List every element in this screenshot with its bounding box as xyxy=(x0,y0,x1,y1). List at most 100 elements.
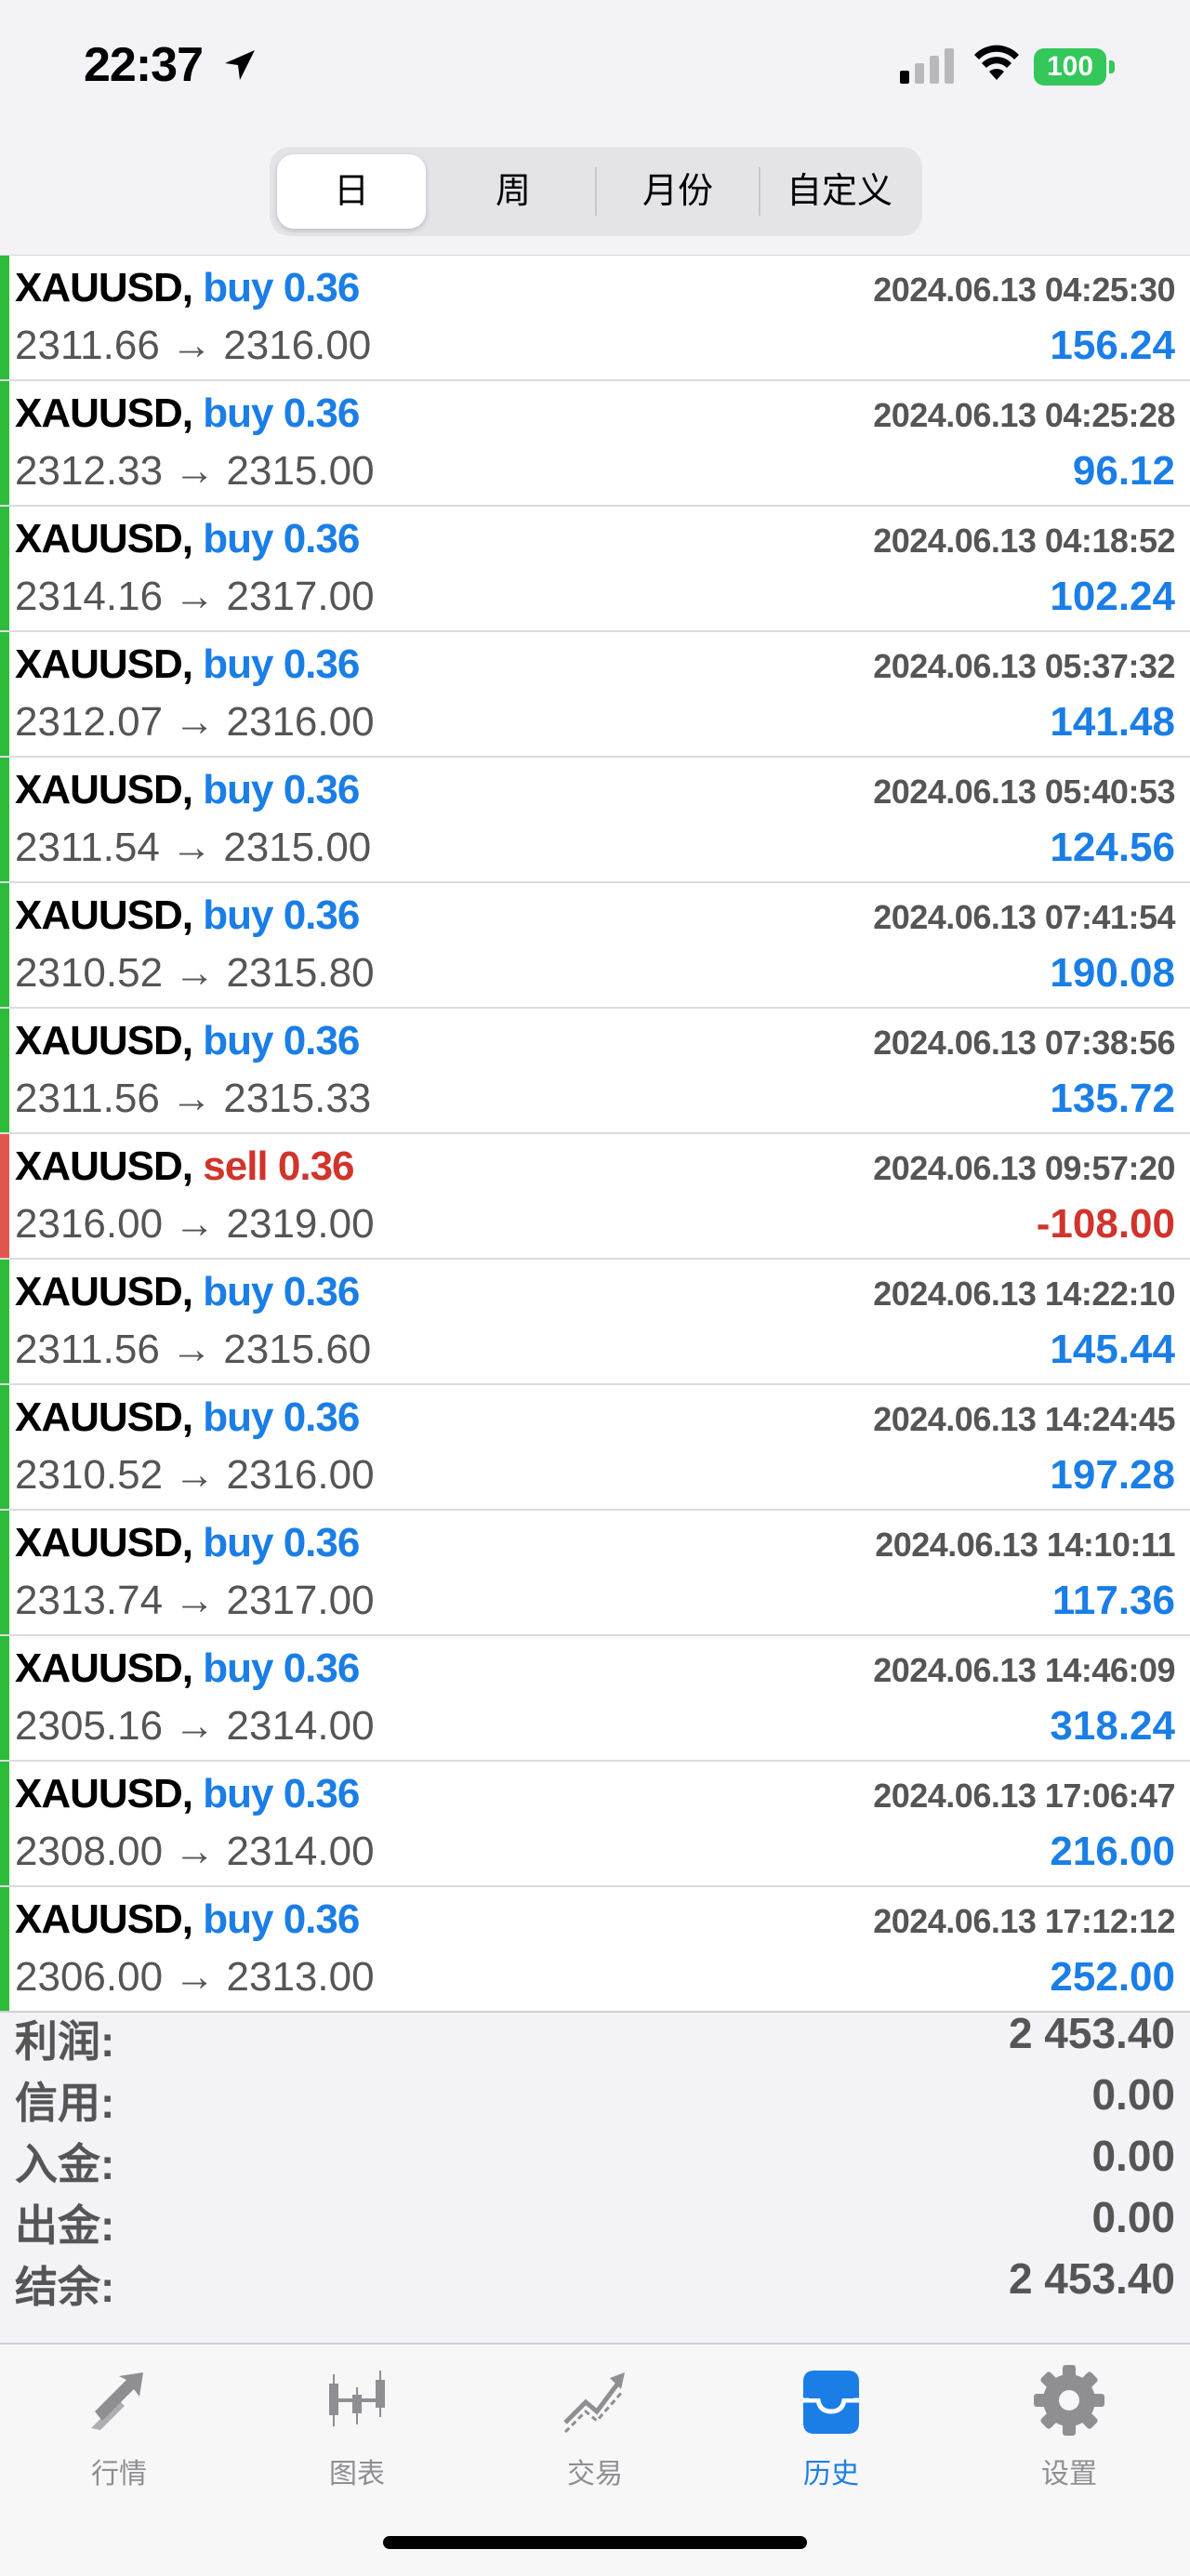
summary-label: 结余: xyxy=(15,2263,115,2311)
tabbar-quotes[interactable]: 行情 xyxy=(35,2363,203,2503)
location-arrow-icon xyxy=(225,50,255,80)
deal-row[interactable]: XAUUSD, buy 0.36 2024.06.13 04:25:28 2312.… xyxy=(0,381,1190,507)
summary-row: 出金: 0.00 xyxy=(0,2192,1190,2253)
deal-row[interactable]: XAUUSD, buy 0.36 2024.06.13 17:06:47 2308.… xyxy=(0,1762,1190,1887)
deal-row[interactable]: XAUUSD, buy 0.36 2024.06.13 14:10:11 2313.… xyxy=(0,1511,1190,1636)
deal-symbol-line: XAUUSD, buy 0.36 xyxy=(15,265,360,311)
deal-row[interactable]: XAUUSD, sell 0.36 2024.06.13 09:57:20 2316… xyxy=(0,1134,1190,1260)
deal-prices: 2310.52 → 2316.00 xyxy=(15,1452,375,1498)
deal-row[interactable]: XAUUSD, buy 0.36 2024.06.13 14:22:10 2311.… xyxy=(0,1260,1190,1385)
deal-symbol-line: XAUUSD, buy 0.36 xyxy=(15,516,360,562)
deal-prices: 2311.56 → 2315.60 xyxy=(15,1327,372,1372)
deal-side: buy 0.36 xyxy=(203,516,360,561)
deal-prices: 2306.00 → 2313.00 xyxy=(15,1954,375,2000)
tabbar-history[interactable]: 历史 xyxy=(747,2363,915,2503)
period-segmented-control: 日 周 月份 自定义 xyxy=(270,147,922,236)
battery-level: 100 xyxy=(1034,48,1106,86)
deal-row[interactable]: XAUUSD, buy 0.36 2024.06.13 05:37:32 2312.… xyxy=(0,632,1190,758)
deal-time: 2024.06.13 04:18:52 xyxy=(873,522,1175,560)
tabbar-settings[interactable]: 设置 xyxy=(985,2363,1153,2503)
deal-profit: 145.44 xyxy=(1050,1327,1175,1372)
tab-month[interactable]: 月份 xyxy=(597,154,759,229)
summary-value: 0.00 xyxy=(1091,2193,1175,2241)
summary-label: 出金: xyxy=(15,2201,115,2250)
tab-week[interactable]: 周 xyxy=(431,154,595,229)
history-inbox-icon xyxy=(803,2371,859,2434)
deal-symbol: XAUUSD, xyxy=(15,892,193,938)
tabbar-label: 历史 xyxy=(803,2459,859,2490)
deal-side: buy 0.36 xyxy=(203,265,360,310)
summary-value: 2 453.40 xyxy=(1008,2254,1175,2303)
tabbar-trade[interactable]: 交易 xyxy=(511,2363,679,2503)
tab-day[interactable]: 日 xyxy=(277,154,426,229)
deal-profit: -108.00 xyxy=(1036,1201,1175,1247)
deal-side: buy 0.36 xyxy=(203,1520,360,1565)
deal-side: buy 0.36 xyxy=(203,1394,360,1440)
deal-profit: 135.72 xyxy=(1050,1076,1175,1121)
deal-symbol: XAUUSD, xyxy=(15,265,193,310)
deal-profit: 318.24 xyxy=(1050,1703,1175,1749)
quotes-arrows-icon xyxy=(91,2372,143,2430)
deal-side: buy 0.36 xyxy=(203,892,360,938)
deal-row[interactable]: XAUUSD, buy 0.36 2024.06.13 07:38:56 2311.… xyxy=(0,1009,1190,1134)
deal-side-bar xyxy=(0,1385,9,1509)
deal-symbol-line: XAUUSD, buy 0.36 xyxy=(15,1896,360,1943)
deal-row[interactable]: XAUUSD, buy 0.36 2024.06.13 04:25:30 2311.… xyxy=(0,256,1190,381)
summary-row: 入金: 0.00 xyxy=(0,2131,1190,2192)
deal-profit: 102.24 xyxy=(1050,574,1175,619)
deal-side: sell 0.36 xyxy=(203,1143,354,1189)
deal-row[interactable]: XAUUSD, buy 0.36 2024.06.13 14:24:45 2310.… xyxy=(0,1385,1190,1511)
deal-prices: 2313.74 → 2317.00 xyxy=(15,1578,375,1623)
deal-side: buy 0.36 xyxy=(203,1269,360,1314)
summary-label: 入金: xyxy=(15,2140,115,2188)
deal-prices: 2312.07 → 2316.00 xyxy=(15,699,375,745)
tab-custom[interactable]: 自定义 xyxy=(760,154,919,229)
deal-symbol: XAUUSD, xyxy=(15,1143,193,1189)
deal-symbol: XAUUSD, xyxy=(15,516,193,561)
tabbar-label: 图表 xyxy=(329,2459,385,2490)
deal-profit: 216.00 xyxy=(1050,1829,1175,1874)
tabbar-charts[interactable]: 图表 xyxy=(273,2363,441,2503)
deal-row[interactable]: XAUUSD, buy 0.36 2024.06.13 07:41:54 2310.… xyxy=(0,883,1190,1009)
deal-time: 2024.06.13 17:06:47 xyxy=(873,1777,1175,1815)
deal-symbol: XAUUSD, xyxy=(15,767,193,812)
deal-symbol-line: XAUUSD, buy 0.36 xyxy=(15,641,360,688)
deal-time: 2024.06.13 07:41:54 xyxy=(873,898,1175,936)
tabbar-label: 设置 xyxy=(1041,2459,1097,2490)
deal-symbol: XAUUSD, xyxy=(15,1771,193,1816)
deal-prices: 2314.16 → 2317.00 xyxy=(15,574,375,619)
deal-symbol: XAUUSD, xyxy=(15,641,193,687)
deal-row[interactable]: XAUUSD, buy 0.36 2024.06.13 05:40:53 2311.… xyxy=(0,758,1190,883)
deal-side-bar xyxy=(0,1134,9,1258)
tabbar-label: 行情 xyxy=(91,2459,147,2490)
deal-row[interactable]: XAUUSD, buy 0.36 2024.06.13 14:46:09 2305.… xyxy=(0,1636,1190,1762)
candlestick-chart-icon xyxy=(329,2371,385,2426)
deal-profit: 156.24 xyxy=(1050,323,1175,368)
cell-signal-icon xyxy=(900,48,954,84)
deal-side: buy 0.36 xyxy=(203,1645,360,1691)
summary-row: 结余: 2 453.40 xyxy=(0,2253,1190,2315)
status-time: 22:37 xyxy=(84,38,204,92)
deal-symbol-line: XAUUSD, buy 0.36 xyxy=(15,1520,360,1566)
deal-side-bar xyxy=(0,758,9,881)
deal-symbol-line: XAUUSD, buy 0.36 xyxy=(15,1018,360,1064)
summary-row: 利润: 2 453.40 xyxy=(0,2008,1190,2069)
deal-side-bar xyxy=(0,632,9,756)
deal-time: 2024.06.13 09:57:20 xyxy=(873,1149,1175,1187)
summary-value: 0.00 xyxy=(1091,2070,1175,2119)
deal-symbol: XAUUSD, xyxy=(15,390,193,436)
battery-indicator: 100 xyxy=(1034,48,1116,86)
deal-prices: 2311.56 → 2315.33 xyxy=(15,1076,372,1121)
deal-symbol-line: XAUUSD, buy 0.36 xyxy=(15,1394,360,1441)
tabbar-label: 交易 xyxy=(567,2459,623,2490)
deal-symbol: XAUUSD, xyxy=(15,1645,193,1691)
deal-profit: 96.12 xyxy=(1072,448,1175,494)
deal-time: 2024.06.13 05:40:53 xyxy=(873,773,1175,811)
deal-profit: 124.56 xyxy=(1050,825,1175,870)
deal-time: 2024.06.13 05:37:32 xyxy=(873,647,1175,685)
deal-profit: 197.28 xyxy=(1050,1452,1175,1498)
deal-row[interactable]: XAUUSD, buy 0.36 2024.06.13 17:12:12 2306.… xyxy=(0,1887,1190,2013)
deal-symbol-line: XAUUSD, buy 0.36 xyxy=(15,390,360,437)
deal-side-bar xyxy=(0,1260,9,1383)
deal-row[interactable]: XAUUSD, buy 0.36 2024.06.13 04:18:52 2314.… xyxy=(0,507,1190,632)
